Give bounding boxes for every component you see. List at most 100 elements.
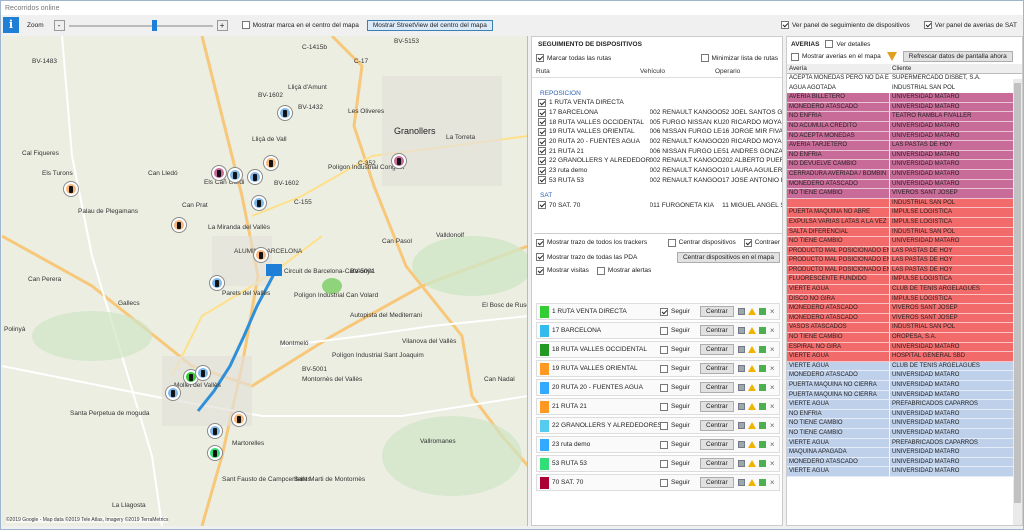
warning-icon[interactable] (747, 479, 756, 486)
col-cliente[interactable]: Cliente (892, 65, 1014, 72)
show-pda-checkbox[interactable] (536, 253, 544, 261)
averia-row[interactable]: PUERTA MAQUINA NO ABRE IMPULSE LOGISTICA (787, 208, 1022, 218)
vehicle-marker[interactable] (196, 366, 210, 380)
averia-row[interactable]: VASOS ATASCADOS INDUSTRIAL SAN POL (787, 323, 1022, 334)
document-icon[interactable] (737, 460, 745, 467)
averia-row[interactable]: PRODUCTO MAL POSICIONADO EN LAS PASTAS DE… (787, 256, 1022, 266)
center-devices-toggle[interactable]: Centrar dispositivos (667, 238, 736, 247)
map-view[interactable]: C-1415b BV-5153 BV-1483 C-17 BV-1602 Lliçà d'… (2, 36, 528, 526)
document-icon[interactable] (737, 308, 745, 315)
route-checkbox[interactable] (538, 176, 546, 185)
zoom-slider-thumb[interactable] (152, 19, 158, 31)
tracking-panel-checkbox[interactable] (780, 21, 789, 29)
averia-row[interactable]: MONEDERO ATASCADO UNIVERSIDAD MATARO (787, 102, 1022, 113)
vehicle-marker[interactable] (208, 446, 222, 460)
averia-row[interactable]: VIERTE AGUA CLUB DE TENIS ARGELAGUES (787, 285, 1022, 295)
scrollbar-thumb[interactable] (1014, 83, 1021, 503)
averia-row[interactable]: NO ENFRIA TEATRO RAMBLA FIVALLER (787, 112, 1022, 122)
follow-checkbox[interactable] (660, 478, 668, 487)
center-tracker-button[interactable]: Centrar (700, 439, 734, 450)
center-tracker-button[interactable]: Centrar (700, 458, 734, 469)
averia-row[interactable]: EXPULSA VARIAS LATAS A LA VEZ IMPULSE LOG… (787, 217, 1022, 228)
averia-row[interactable]: VIERTE AGUA HOSPITAL GENERAL SBD (787, 352, 1022, 362)
follow-toggle[interactable]: Seguir (660, 421, 700, 430)
refresh-button[interactable]: Refrescar datos de pantalla ahora (902, 51, 1013, 62)
follow-checkbox[interactable] (660, 307, 668, 316)
route-checkbox[interactable] (538, 108, 546, 117)
center-tracker-button[interactable]: Centrar (700, 420, 734, 431)
warning-icon[interactable] (747, 365, 756, 372)
show-pda-toggle[interactable]: Mostrar trazo de todas las PDA (536, 253, 677, 261)
details-toggle[interactable]: Ver detalles (825, 40, 870, 48)
averia-row[interactable]: NO ACUMULA CREDITO UNIVERSIDAD MATARO (787, 121, 1022, 132)
follow-toggle[interactable]: Seguir (660, 307, 700, 316)
averia-row[interactable]: SALTA DIFERENCIAL INDUSTRIAL SAN POL (787, 227, 1022, 238)
route-row[interactable]: 53 RUTA 53 002 RENAULT KANGOO 17 JOSE ANTO… (534, 176, 782, 186)
follow-toggle[interactable]: Seguir (660, 459, 700, 468)
close-icon[interactable]: × (769, 346, 776, 354)
warning-icon[interactable] (747, 346, 756, 353)
averia-row[interactable]: MAQUINA APAGADA UNIVERSIDAD MATARO (787, 448, 1022, 458)
vehicle-marker[interactable] (64, 182, 78, 196)
map-icon[interactable] (758, 327, 766, 334)
center-tracker-button[interactable]: Centrar (700, 382, 734, 393)
document-icon[interactable] (737, 479, 745, 486)
center-tracker-button[interactable]: Centrar (700, 325, 734, 336)
follow-checkbox[interactable] (660, 440, 668, 449)
vehicle-marker[interactable] (278, 106, 292, 120)
vehicle-marker[interactable] (392, 154, 406, 168)
route-row[interactable]: 70 SAT. 70 011 FURGONETA KIA 11 MIGUEL ANG… (534, 200, 782, 210)
show-visits-toggle[interactable]: Mostrar visitas (536, 266, 589, 275)
map-icon[interactable] (758, 365, 766, 372)
vehicle-marker[interactable] (264, 156, 278, 170)
col-ruta[interactable]: Ruta (536, 68, 640, 75)
filter-icon[interactable] (886, 52, 897, 61)
show-averias-map-checkbox[interactable] (791, 52, 799, 61)
route-checkbox[interactable] (538, 118, 546, 127)
route-group-header[interactable]: REPOSICION (534, 89, 782, 98)
center-devices-checkbox[interactable] (667, 238, 676, 247)
route-row[interactable]: 22 GRANOLLERS Y ALREDEDORES 002 RENAULT K… (534, 156, 782, 166)
vehicle-marker[interactable] (232, 412, 246, 426)
averia-row[interactable]: MONEDERO ATASCADO UNIVERSIDAD MATARO (787, 457, 1022, 468)
averia-row[interactable]: NO TIENE CAMBIO UNIVERSIDAD MATARO (787, 428, 1022, 439)
averia-row[interactable]: AVERIA TARJETERO LAS PASTAS DE HOY (787, 141, 1022, 151)
follow-toggle[interactable]: Seguir (660, 402, 700, 411)
show-trackers-checkbox[interactable] (536, 238, 544, 247)
averia-row[interactable]: NO TIENE CAMBIO UNIVERSIDAD MATARO (787, 419, 1022, 429)
averia-row[interactable]: PUERTA MAQUINA NO CIERRA UNIVERSIDAD MATA… (787, 381, 1022, 391)
center-tracker-button[interactable]: Centrar (700, 306, 734, 317)
averia-row[interactable]: CERRADURA AVERIADA / BOMBIN UNIVERSIDAD M… (787, 169, 1022, 180)
route-checkbox[interactable] (538, 137, 546, 146)
tracking-panel-toggle[interactable]: Ver panel de seguimiento de dispositivos (780, 21, 910, 29)
minimize-routes-toggle[interactable]: Minimizar lista de rutas (700, 54, 778, 62)
averia-row[interactable]: INDUSTRIAL SAN POL (787, 198, 1022, 209)
warning-icon[interactable] (747, 460, 756, 467)
follow-checkbox[interactable] (660, 326, 668, 335)
follow-toggle[interactable]: Seguir (660, 383, 700, 392)
averia-row[interactable]: VIERTE AGUA PREFABRICADOS CAPARROS (787, 438, 1022, 449)
col-averia[interactable]: Avería (789, 65, 892, 72)
route-row[interactable]: 19 RUTA VALLES ORIENTAL 006 NISSAN FURGO … (534, 127, 782, 137)
averia-row[interactable]: ESPIRAL NO GIRA UNIVERSIDAD MATARO (787, 342, 1022, 353)
averia-row[interactable]: NO DEVUELVE CAMBIO UNIVERSIDAD MATARO (787, 160, 1022, 170)
close-icon[interactable]: × (769, 441, 776, 449)
averia-row[interactable]: MONEDERO ATASCADO VIVEROS SANT JOSEP (787, 304, 1022, 314)
averia-row[interactable]: NO ACEPTA MONEDAS UNIVERSIDAD MATARO (787, 131, 1022, 142)
averia-row[interactable]: NO TIENE CAMBIO OROPESA, S.A. (787, 333, 1022, 343)
show-alerts-checkbox[interactable] (596, 266, 605, 275)
center-tracker-button[interactable]: Centrar (700, 344, 734, 355)
show-visits-checkbox[interactable] (536, 266, 544, 275)
close-icon[interactable]: × (769, 365, 776, 373)
warning-icon[interactable] (747, 403, 756, 410)
route-checkbox[interactable] (538, 98, 546, 107)
document-icon[interactable] (737, 384, 745, 391)
mark-all-routes-toggle[interactable]: Marcar todas las rutas (536, 54, 611, 62)
route-row[interactable]: 17 BARCELONA 002 RENAULT KANGOO 52 JOEL SA… (534, 108, 782, 118)
contract-checkbox[interactable] (743, 238, 752, 247)
contract-toggle[interactable]: Contraer (743, 238, 780, 247)
warning-icon[interactable] (747, 422, 756, 429)
minimize-checkbox[interactable] (700, 54, 709, 62)
col-operario[interactable]: Operario (715, 68, 777, 75)
zoom-out-button[interactable]: - (53, 19, 65, 31)
